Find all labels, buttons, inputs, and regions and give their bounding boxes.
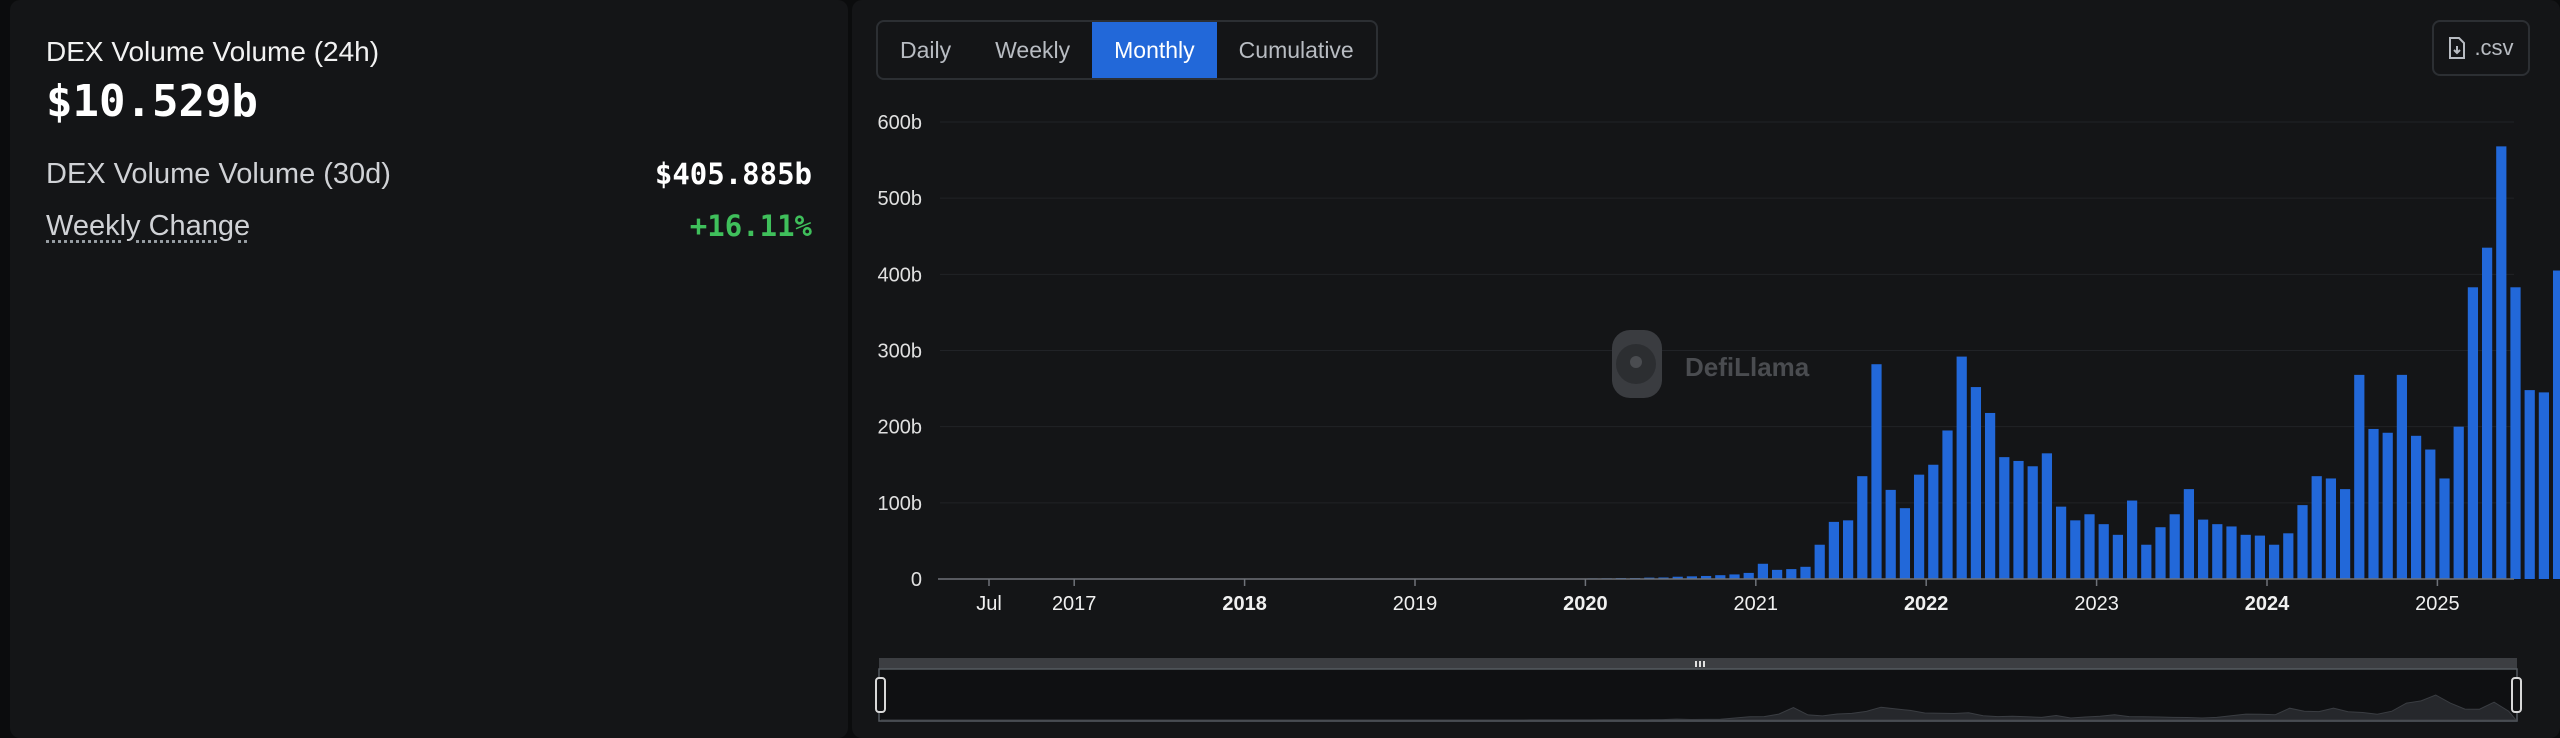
range-slider[interactable] — [875, 658, 2522, 722]
bar-2021-12[interactable] — [1913, 474, 1925, 579]
bar-2024-07[interactable] — [2354, 374, 2365, 579]
y-tick-label: 500b — [878, 188, 923, 210]
x-tick-label: 2018 — [1222, 593, 1267, 615]
bar-2023-01[interactable] — [2098, 524, 2109, 579]
x-tick-label: 2022 — [1904, 593, 1949, 615]
x-tick-label: 2020 — [1563, 593, 1608, 615]
bar-2021-02[interactable] — [1771, 569, 1783, 579]
range-slider-bar[interactable] — [879, 658, 2517, 669]
weekly-change-value: +16.11% — [689, 209, 812, 243]
bar-2021-01[interactable] — [1757, 563, 1769, 579]
range-slider-track — [878, 668, 2518, 722]
bar-2022-09[interactable] — [2041, 453, 2053, 579]
range-grip-icon[interactable] — [1695, 661, 1705, 667]
weekly-change-row: Weekly Change +16.11% — [46, 209, 812, 243]
x-tick-label: 2021 — [1734, 593, 1779, 615]
y-tick-label: 200b — [878, 417, 923, 439]
bar-2024-05[interactable] — [2325, 478, 2337, 579]
summary-panel: DEX Volume Volume (24h) $10.529b DEX Vol… — [10, 0, 848, 738]
bar-2024-03[interactable] — [2297, 505, 2308, 579]
bar-2024-04[interactable] — [2311, 476, 2322, 579]
y-tick-label: 0 — [911, 569, 922, 591]
bar-2021-11[interactable] — [1899, 508, 1911, 579]
bar-2023-07[interactable] — [2183, 489, 2195, 579]
y-tick-label: 300b — [878, 341, 923, 363]
defillama-watermark: DefiLlama — [1612, 330, 1810, 398]
bar-2024-02[interactable] — [2283, 533, 2294, 579]
bar-2022-01[interactable] — [1928, 464, 1939, 579]
llama-logo-icon — [1612, 330, 1662, 398]
bar-2020-12[interactable] — [1743, 572, 1754, 579]
volume-24h-label: DEX Volume Volume (24h) — [46, 36, 380, 67]
bar-2025-01[interactable] — [2439, 478, 2450, 579]
bar-2022-06[interactable] — [1999, 457, 2010, 579]
bar-2024-12[interactable] — [2425, 449, 2436, 579]
bar-2023-09[interactable] — [2212, 524, 2223, 579]
range-handle-right[interactable] — [2511, 677, 2522, 713]
bar-2023-06[interactable] — [2169, 514, 2180, 579]
bar-2021-10[interactable] — [1885, 489, 1896, 579]
bar-2023-08[interactable] — [2197, 519, 2209, 579]
bar-2024-01[interactable] — [2268, 544, 2280, 579]
x-axis: Jul 2017 2018 2019 2020 2021 2022 2023 2024 2025 — [938, 578, 2514, 615]
bar-2024-08[interactable] — [2368, 428, 2379, 579]
volume-30d-value: $405.885b — [654, 157, 812, 191]
bar-2024-09[interactable] — [2382, 432, 2393, 579]
bar-undefined[interactable] — [2552, 270, 2560, 579]
volume-30d-label: DEX Volume Volume (30d) — [46, 157, 391, 190]
bar-undefined[interactable] — [2538, 392, 2550, 579]
bar-undefined[interactable] — [2524, 390, 2535, 579]
x-tick-label: 2024 — [2245, 593, 2290, 615]
bar-2022-08[interactable] — [2027, 466, 2038, 579]
x-tick-label: 2019 — [1393, 593, 1438, 615]
grid-lines — [940, 121, 2514, 504]
bar-2022-04[interactable] — [1970, 387, 1982, 579]
bar-2021-04[interactable] — [1800, 566, 1811, 579]
volume-24h-value: $10.529b — [46, 76, 258, 127]
watermark-text: DefiLlama — [1685, 352, 1810, 382]
bar-2025-05[interactable] — [2496, 146, 2507, 579]
x-tick-label: 2017 — [1052, 593, 1097, 615]
x-tick-label: Jul — [976, 593, 1002, 615]
range-handle-left[interactable] — [875, 677, 886, 713]
bar-2022-03[interactable] — [1956, 356, 1967, 579]
bar-2022-10[interactable] — [2055, 506, 2067, 579]
bar-2023-11[interactable] — [2240, 534, 2251, 579]
bar-2025-04[interactable] — [2481, 247, 2493, 579]
bar-2023-10[interactable] — [2226, 526, 2237, 579]
volume-30d-row: DEX Volume Volume (30d) $405.885b — [46, 157, 812, 191]
bar-2021-05[interactable] — [1814, 544, 1825, 579]
weekly-change-label[interactable]: Weekly Change — [46, 210, 250, 243]
bar-2023-04[interactable] — [2141, 544, 2152, 579]
bar-2021-09[interactable] — [1871, 364, 1882, 579]
bar-2025-06[interactable] — [2510, 287, 2521, 579]
y-tick-label: 600b — [878, 112, 923, 134]
bar-2025-02[interactable] — [2453, 426, 2464, 579]
y-tick-label: 100b — [878, 493, 923, 515]
bar-2021-08[interactable] — [1857, 476, 1868, 579]
bar-2025-03[interactable] — [2467, 287, 2479, 579]
bar-2024-10[interactable] — [2396, 374, 2408, 579]
bar-2021-06[interactable] — [1828, 521, 1840, 580]
bar-2024-06[interactable] — [2339, 489, 2351, 579]
bar-2022-11[interactable] — [2070, 520, 2081, 579]
monthly-volume-chart: 0 100b 200b 300b 400b 500b 600b DefiLlama Jul 2… — [875, 112, 2560, 722]
chart-panel: Daily Weekly Monthly Cumulative .csv 0 10… — [852, 0, 2560, 738]
bar-2022-02[interactable] — [1942, 430, 1953, 579]
bars — [1218, 146, 2560, 580]
bar-2021-07[interactable] — [1842, 520, 1854, 579]
bar-2021-03[interactable] — [1786, 569, 1797, 579]
x-tick-label: 2025 — [2415, 593, 2460, 615]
bar-2023-03[interactable] — [2126, 500, 2138, 579]
bar-2022-07[interactable] — [2013, 460, 2024, 579]
bar-2023-12[interactable] — [2254, 535, 2266, 579]
y-axis-ticks: 0 100b 200b 300b 400b 500b 600b — [878, 112, 923, 591]
bar-2022-12[interactable] — [2084, 514, 2095, 579]
bar-2023-05[interactable] — [2155, 527, 2166, 579]
x-tick-label: 2023 — [2074, 593, 2119, 615]
bar-2023-02[interactable] — [2112, 534, 2124, 579]
y-tick-label: 400b — [878, 264, 923, 286]
bar-2024-11[interactable] — [2410, 435, 2422, 579]
bar-2022-05[interactable] — [1984, 412, 1996, 579]
